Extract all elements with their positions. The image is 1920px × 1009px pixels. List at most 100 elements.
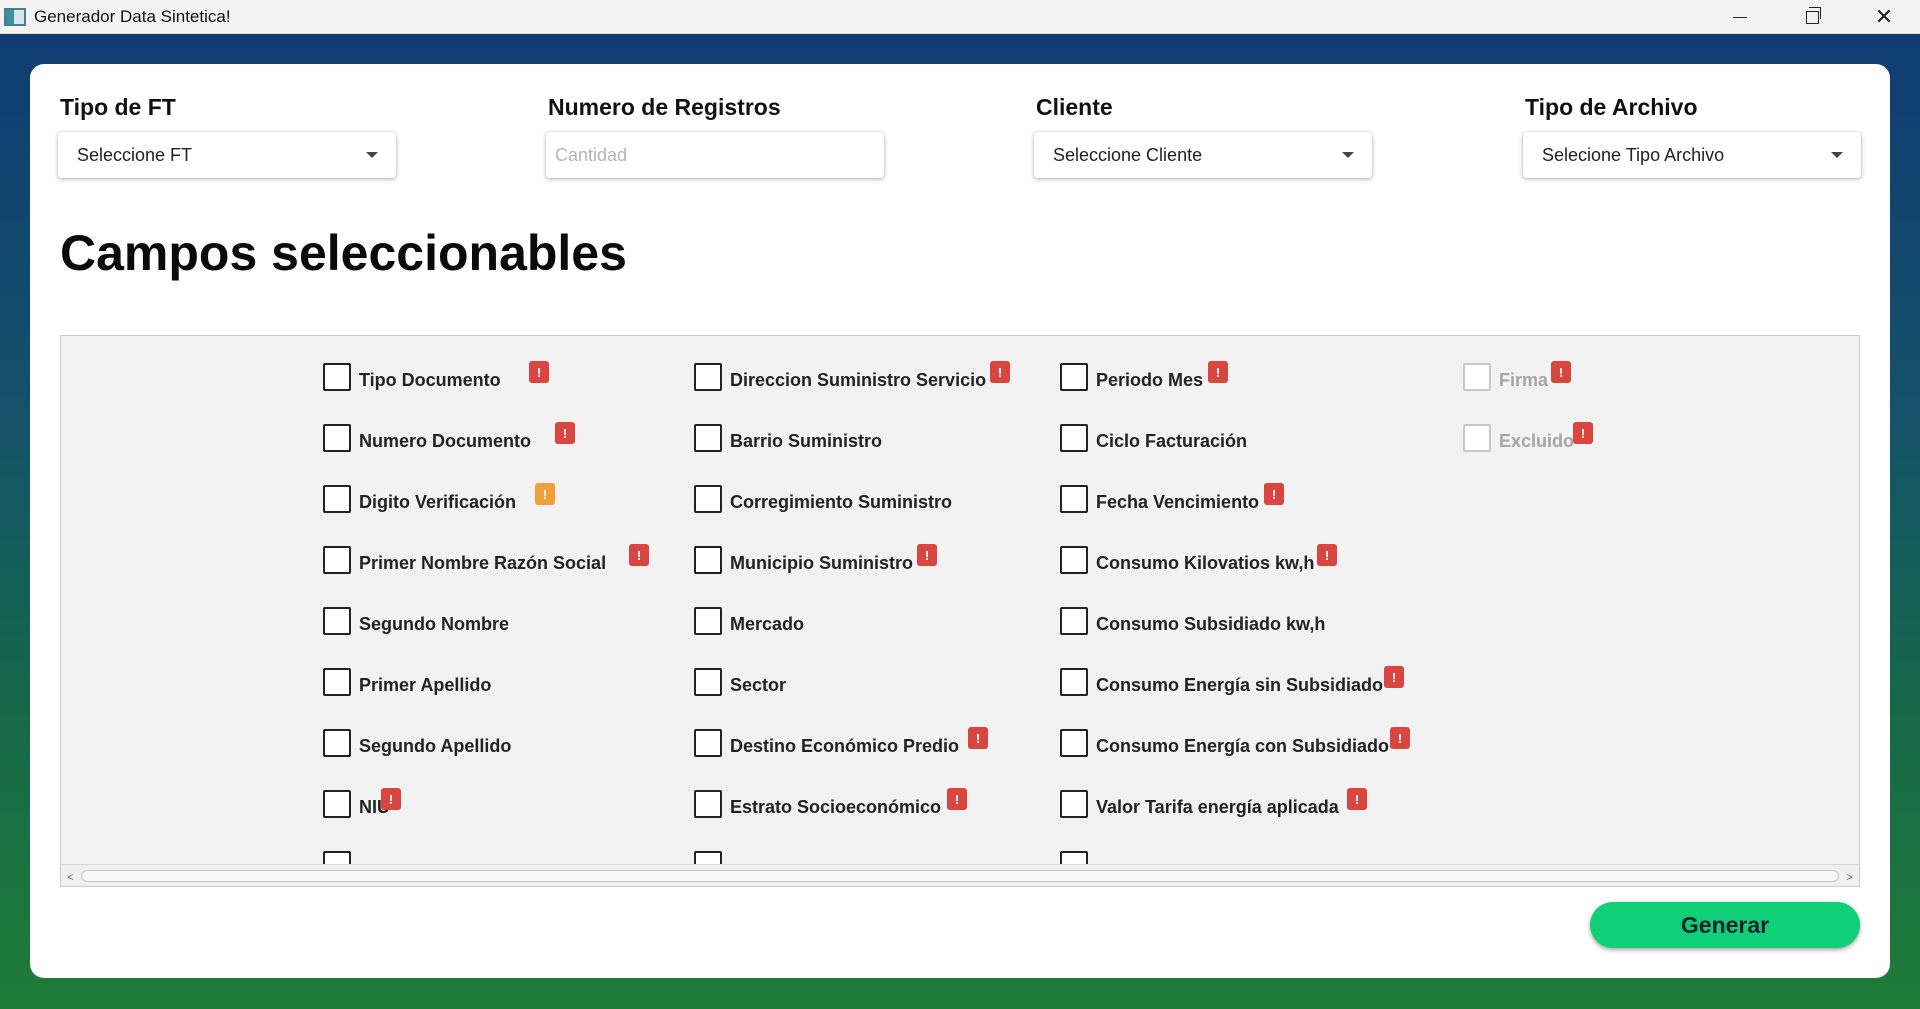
app-icon (4, 7, 26, 26)
field-checkbox[interactable] (323, 851, 351, 864)
field-label: Digito Verificación (359, 492, 517, 512)
warning-icon: ! (381, 788, 401, 810)
horizontal-scrollbar[interactable]: < > (61, 864, 1859, 886)
chevron-down-icon (1831, 152, 1843, 158)
field-item: Excluido! (1463, 422, 1593, 485)
field-label: Segundo Apellido (359, 736, 512, 756)
tipo-ft-value: Seleccione FT (77, 144, 193, 165)
warning-icon: ! (535, 483, 555, 505)
field-checkbox[interactable] (1060, 790, 1088, 818)
field-checkbox[interactable] (1060, 485, 1088, 513)
fields-column: Direccion Suministro Servicio! Barrio Sum… (694, 361, 1010, 864)
field-checkbox[interactable] (694, 729, 722, 757)
tipo-archivo-value: Selecione Tipo Archivo (1542, 144, 1725, 165)
field-checkbox (1463, 363, 1491, 391)
restore-button[interactable] (1776, 0, 1848, 34)
warning-icon: ! (1384, 666, 1404, 688)
field-item: Segundo Apellido (323, 729, 606, 790)
warning-icon: ! (1551, 361, 1571, 383)
field-checkbox[interactable] (694, 851, 722, 864)
warning-icon: ! (947, 788, 967, 810)
field-checkbox[interactable] (1060, 729, 1088, 757)
field-checkbox[interactable] (1060, 424, 1088, 452)
field-item-partial (694, 851, 986, 864)
field-checkbox[interactable] (694, 363, 722, 391)
field-label: Sector (730, 675, 787, 695)
cliente-label: Cliente (1036, 94, 1113, 120)
field-label: Ciclo Facturación (1096, 431, 1248, 451)
field-checkbox[interactable] (1060, 851, 1088, 864)
field-item: Direccion Suministro Servicio! (694, 361, 1010, 424)
warning-icon: ! (1264, 483, 1284, 505)
tipo-archivo-label: Tipo de Archivo (1525, 94, 1698, 120)
cliente-select[interactable]: Seleccione Cliente (1034, 132, 1372, 178)
field-label: Corregimiento Suministro (730, 492, 953, 512)
field-item-partial (323, 851, 606, 864)
field-checkbox[interactable] (1060, 607, 1088, 635)
field-checkbox[interactable] (323, 729, 351, 757)
warning-icon: ! (629, 544, 649, 566)
field-checkbox[interactable] (694, 790, 722, 818)
chevron-down-icon (366, 152, 378, 158)
fields-panel: Tipo Documento! Numero Documento! Digito V… (60, 335, 1860, 887)
tipo-ft-select[interactable]: Seleccione FT (58, 132, 396, 178)
field-checkbox[interactable] (323, 546, 351, 574)
window-titlebar: Generador Data Sintetica! ✕ (0, 0, 1920, 34)
cliente-value: Seleccione Cliente (1053, 144, 1203, 165)
field-checkbox[interactable] (323, 424, 351, 452)
field-checkbox[interactable] (694, 424, 722, 452)
field-checkbox[interactable] (1060, 668, 1088, 696)
field-checkbox[interactable] (694, 485, 722, 513)
field-item: Barrio Suministro (694, 424, 986, 485)
warning-icon: ! (555, 422, 575, 444)
warning-icon: ! (1317, 544, 1337, 566)
field-item: Firma! (1463, 361, 1574, 424)
warning-icon: ! (1208, 361, 1228, 383)
minimize-icon (1733, 16, 1747, 18)
field-checkbox[interactable] (323, 790, 351, 818)
main-card: Tipo de FT Seleccione FT Numero de Regis… (30, 64, 1890, 978)
field-label: Primer Nombre Razón Social (359, 553, 607, 573)
field-checkbox[interactable] (694, 668, 722, 696)
field-label: Segundo Nombre (359, 614, 510, 634)
scroll-right-icon[interactable]: > (1846, 870, 1853, 884)
warning-icon: ! (968, 727, 988, 749)
field-item: Consumo Energía sin Subsidiado! (1060, 666, 1404, 729)
cliente-field: Cliente Seleccione Cliente (1034, 94, 1376, 178)
tipo-archivo-select[interactable]: Selecione Tipo Archivo (1523, 132, 1861, 178)
minimize-button[interactable] (1704, 0, 1776, 34)
scroll-left-icon[interactable]: < (67, 870, 74, 884)
field-item: Corregimiento Suministro (694, 485, 986, 546)
field-checkbox[interactable] (694, 546, 722, 574)
field-label: Primer Apellido (359, 675, 492, 695)
num-registros-input[interactable] (546, 132, 884, 178)
field-checkbox[interactable] (323, 668, 351, 696)
tipo-ft-field: Tipo de FT Seleccione FT (58, 94, 400, 178)
field-label: Mercado (730, 614, 805, 634)
generate-button[interactable]: Generar (1590, 902, 1860, 948)
field-label: Consumo Energía con Subsidiado (1096, 736, 1390, 756)
field-label: Periodo Mes (1096, 370, 1204, 390)
close-button[interactable]: ✕ (1848, 0, 1920, 34)
fields-column: Tipo Documento! Numero Documento! Digito V… (323, 361, 649, 864)
field-checkbox[interactable] (323, 363, 351, 391)
field-checkbox[interactable] (1060, 546, 1088, 574)
field-item: Ciclo Facturación (1060, 424, 1389, 485)
field-checkbox[interactable] (1060, 363, 1088, 391)
field-item: Consumo Subsidiado kw,h (1060, 607, 1389, 668)
field-item: Consumo Energía con Subsidiado! (1060, 727, 1410, 790)
tipo-ft-label: Tipo de FT (60, 94, 176, 120)
field-checkbox[interactable] (694, 607, 722, 635)
field-item: Periodo Mes! (1060, 361, 1389, 424)
field-checkbox[interactable] (323, 485, 351, 513)
fields-column: Periodo Mes! Ciclo Facturación Fecha Venci… (1060, 361, 1410, 864)
field-label: Tipo Documento (359, 370, 501, 390)
field-checkbox[interactable] (323, 607, 351, 635)
field-item: Numero Documento! (323, 422, 606, 485)
field-item: Sector (694, 668, 986, 729)
warning-icon: ! (990, 361, 1010, 383)
field-item: Consumo Kilovatios kw,h! (1060, 544, 1389, 607)
field-item: Tipo Documento! (323, 361, 606, 424)
scrollbar-thumb[interactable] (81, 870, 1839, 882)
field-label: Direccion Suministro Servicio (730, 370, 987, 390)
